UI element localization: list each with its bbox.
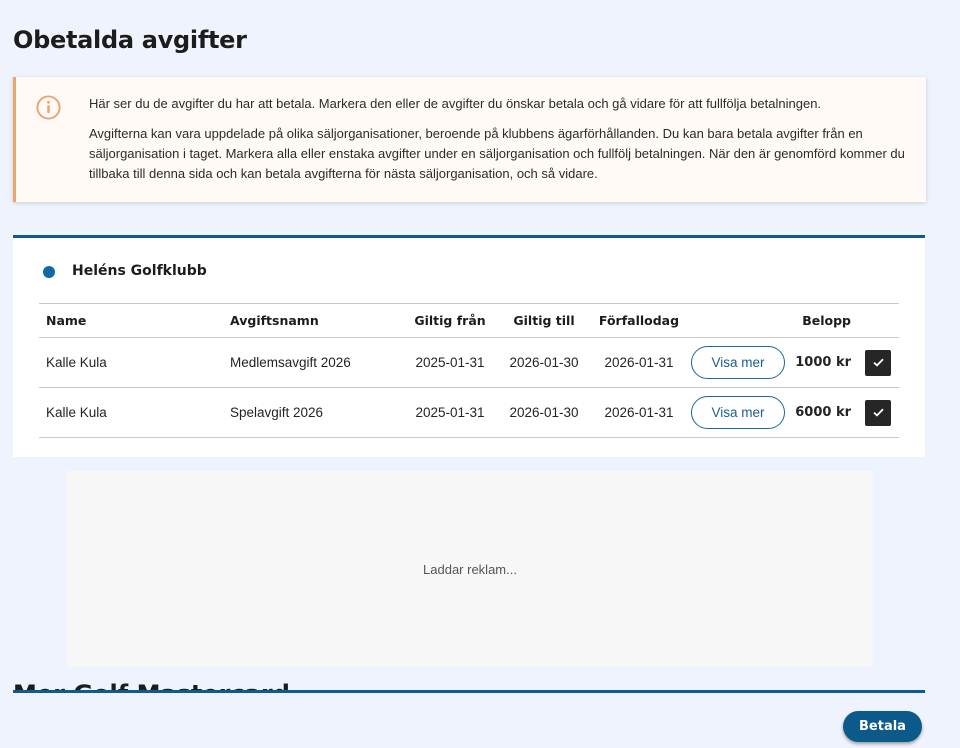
column-header-due-date: Förfallodag	[591, 303, 687, 338]
cell-due-date: 2026-01-31	[591, 337, 687, 388]
cell-valid-from: 2025-01-31	[403, 387, 497, 438]
cell-valid-to: 2026-01-30	[497, 387, 591, 438]
checkmark-icon	[872, 408, 884, 417]
page-title: Obetalda avgifter	[13, 26, 247, 54]
ad-loading-text: Laddar reklam...	[423, 561, 517, 577]
column-header-actions	[687, 303, 789, 338]
column-header-valid-to: Giltig till	[497, 303, 591, 338]
info-text: Här ser du de avgifter du har att betala…	[89, 94, 919, 184]
column-header-select	[857, 303, 899, 338]
column-header-amount: Belopp	[789, 303, 857, 338]
club-card: Heléns Golfklubb Name Avgiftsnamn Giltig…	[13, 235, 925, 457]
fee-checkbox[interactable]	[865, 399, 891, 426]
table-row: Kalle Kula Medlemsavgift 2026 2025-01-31…	[39, 337, 899, 388]
show-more-button[interactable]: Visa mer	[691, 346, 785, 379]
cell-valid-from: 2025-01-31	[403, 337, 497, 388]
table-row: Kalle Kula Spelavgift 2026 2025-01-31 20…	[39, 387, 899, 438]
next-club-card-border	[13, 690, 925, 693]
info-box: Här ser du de avgifter du har att betala…	[13, 77, 926, 202]
cell-due-date: 2026-01-31	[591, 387, 687, 438]
column-header-fee-name: Avgiftsnamn	[223, 303, 403, 338]
info-paragraph-2: Avgifterna kan vara uppdelade på olika s…	[89, 126, 905, 181]
table-header-row: Name Avgiftsnamn Giltig från Giltig till…	[39, 303, 899, 338]
fee-checkbox[interactable]	[865, 349, 891, 376]
cell-amount: 1000 kr	[789, 337, 857, 388]
cell-name: Kalle Kula	[39, 387, 223, 438]
cell-valid-to: 2026-01-30	[497, 337, 591, 388]
pay-button[interactable]: Betala	[843, 711, 922, 742]
cell-name: Kalle Kula	[39, 337, 223, 388]
cell-fee-name: Medlemsavgift 2026	[223, 337, 403, 388]
cell-select	[857, 337, 899, 388]
club-dot-icon	[43, 266, 55, 278]
info-icon	[36, 95, 61, 120]
cell-amount: 6000 kr	[789, 387, 857, 438]
info-paragraph-1: Här ser du de avgifter du har att betala…	[89, 96, 822, 111]
column-header-valid-from: Giltig från	[403, 303, 497, 338]
club-name: Heléns Golfklubb	[72, 263, 207, 279]
cell-select	[857, 387, 899, 438]
checkmark-icon	[872, 358, 884, 367]
fee-table: Name Avgiftsnamn Giltig från Giltig till…	[39, 303, 899, 438]
cell-actions: Visa mer	[687, 337, 789, 388]
cell-fee-name: Spelavgift 2026	[223, 387, 403, 438]
column-header-name: Name	[39, 303, 223, 338]
show-more-button[interactable]: Visa mer	[691, 396, 785, 429]
ad-placeholder: Laddar reklam...	[67, 471, 873, 667]
cell-actions: Visa mer	[687, 387, 789, 438]
